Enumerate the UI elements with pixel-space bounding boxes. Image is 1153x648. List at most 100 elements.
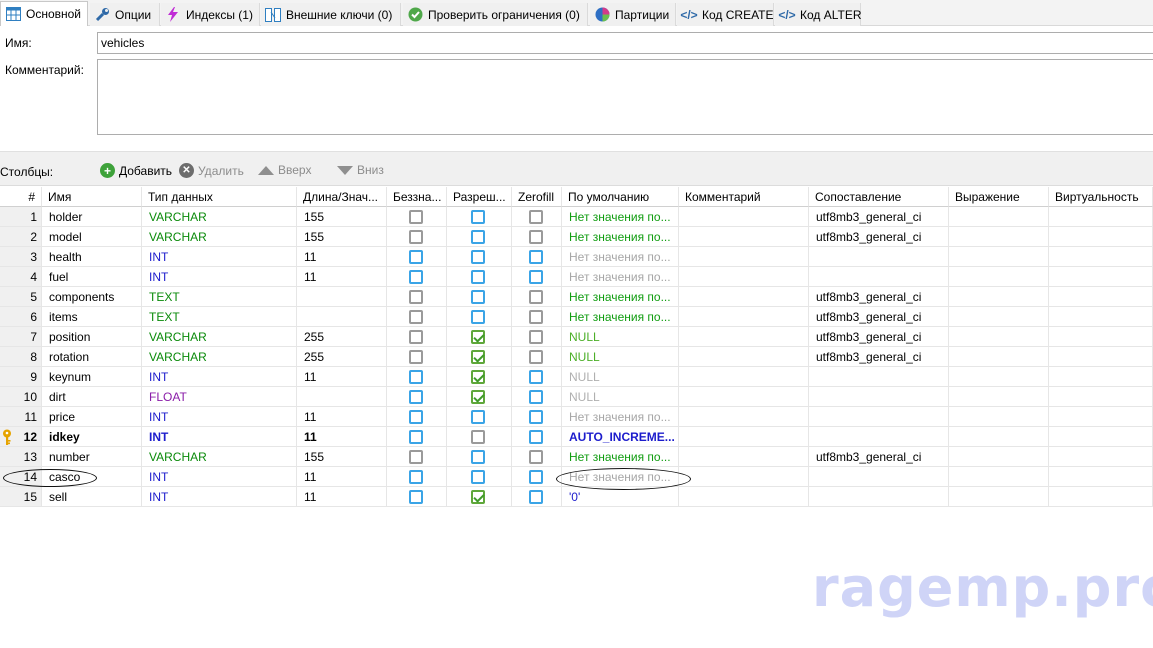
unsigned-checkbox[interactable] [409, 210, 423, 224]
column-name-cell[interactable]: model [42, 227, 142, 247]
comment-cell[interactable] [679, 227, 809, 247]
length-cell[interactable]: 155 [297, 447, 387, 467]
zerofill-cell[interactable] [512, 367, 562, 387]
length-cell[interactable] [297, 307, 387, 327]
unsigned-checkbox[interactable] [409, 290, 423, 304]
row-number[interactable]: 5 [0, 287, 42, 307]
comment-cell[interactable] [679, 407, 809, 427]
allow-null-checkbox[interactable] [471, 470, 485, 484]
virtuality-cell[interactable] [1049, 267, 1153, 287]
unsigned-cell[interactable] [387, 307, 447, 327]
allow-null-cell[interactable] [447, 227, 512, 247]
length-cell[interactable]: 11 [297, 427, 387, 447]
column-name-cell[interactable]: components [42, 287, 142, 307]
allow-null-checkbox[interactable] [471, 370, 485, 384]
zerofill-checkbox[interactable] [529, 390, 543, 404]
zerofill-checkbox[interactable] [529, 370, 543, 384]
allow-null-checkbox[interactable] [471, 290, 485, 304]
unsigned-cell[interactable] [387, 267, 447, 287]
collation-cell[interactable]: utf8mb3_general_ci [809, 227, 949, 247]
expression-cell[interactable] [949, 287, 1049, 307]
column-name-cell[interactable]: price [42, 407, 142, 427]
virtuality-cell[interactable] [1049, 487, 1153, 507]
length-cell[interactable]: 11 [297, 407, 387, 427]
header-zerofill[interactable]: Zerofill [512, 187, 562, 207]
comment-cell[interactable] [679, 447, 809, 467]
allow-null-checkbox[interactable] [471, 250, 485, 264]
collation-cell[interactable] [809, 407, 949, 427]
row-number[interactable]: 6 [0, 307, 42, 327]
allow-null-checkbox[interactable] [471, 310, 485, 324]
default-value-cell[interactable]: '0' [562, 487, 679, 507]
expression-cell[interactable] [949, 267, 1049, 287]
comment-cell[interactable] [679, 287, 809, 307]
comment-cell[interactable] [679, 247, 809, 267]
data-type-cell[interactable]: INT [142, 247, 297, 267]
length-cell[interactable]: 11 [297, 487, 387, 507]
length-cell[interactable]: 11 [297, 467, 387, 487]
collation-cell[interactable]: utf8mb3_general_ci [809, 347, 949, 367]
expression-cell[interactable] [949, 387, 1049, 407]
comment-cell[interactable] [679, 307, 809, 327]
table-row[interactable]: 7 position VARCHAR 255 NULL utf8mb3_general_c… [0, 327, 1153, 347]
collation-cell[interactable]: utf8mb3_general_ci [809, 447, 949, 467]
zerofill-cell[interactable] [512, 427, 562, 447]
length-cell[interactable] [297, 287, 387, 307]
virtuality-cell[interactable] [1049, 247, 1153, 267]
collation-cell[interactable]: utf8mb3_general_ci [809, 327, 949, 347]
zerofill-cell[interactable] [512, 207, 562, 227]
row-number[interactable]: 4 [0, 267, 42, 287]
zerofill-checkbox[interactable] [529, 450, 543, 464]
comment-cell[interactable] [679, 367, 809, 387]
expression-cell[interactable] [949, 347, 1049, 367]
allow-null-checkbox[interactable] [471, 430, 485, 444]
default-value-cell[interactable]: Нет значения по... [562, 307, 679, 327]
virtuality-cell[interactable] [1049, 227, 1153, 247]
allow-null-cell[interactable] [447, 287, 512, 307]
length-cell[interactable]: 255 [297, 327, 387, 347]
expression-cell[interactable] [949, 327, 1049, 347]
comment-cell[interactable] [679, 267, 809, 287]
row-number[interactable]: 7 [0, 327, 42, 347]
zerofill-cell[interactable] [512, 287, 562, 307]
unsigned-cell[interactable] [387, 427, 447, 447]
table-row[interactable]: 10 dirt FLOAT NULL [0, 387, 1153, 407]
table-row[interactable]: 3 health INT 11 Нет значения по... [0, 247, 1153, 267]
header-expression[interactable]: Выражение [949, 187, 1049, 207]
collation-cell[interactable] [809, 247, 949, 267]
data-type-cell[interactable]: VARCHAR [142, 207, 297, 227]
allow-null-cell[interactable] [447, 307, 512, 327]
zerofill-cell[interactable] [512, 227, 562, 247]
data-type-cell[interactable]: TEXT [142, 287, 297, 307]
zerofill-checkbox[interactable] [529, 470, 543, 484]
zerofill-checkbox[interactable] [529, 210, 543, 224]
default-value-cell[interactable]: NULL [562, 327, 679, 347]
data-type-cell[interactable]: INT [142, 427, 297, 447]
allow-null-checkbox[interactable] [471, 230, 485, 244]
unsigned-cell[interactable] [387, 367, 447, 387]
data-type-cell[interactable]: FLOAT [142, 387, 297, 407]
table-name-input[interactable] [97, 32, 1153, 54]
expression-cell[interactable] [949, 207, 1049, 227]
row-number[interactable]: 2 [0, 227, 42, 247]
virtuality-cell[interactable] [1049, 447, 1153, 467]
zerofill-checkbox[interactable] [529, 250, 543, 264]
data-type-cell[interactable]: INT [142, 407, 297, 427]
tab-options[interactable]: Опции [90, 3, 160, 26]
allow-null-cell[interactable] [447, 207, 512, 227]
row-number[interactable]: 9 [0, 367, 42, 387]
zerofill-checkbox[interactable] [529, 290, 543, 304]
default-value-cell[interactable]: Нет значения по... [562, 227, 679, 247]
virtuality-cell[interactable] [1049, 287, 1153, 307]
unsigned-cell[interactable] [387, 447, 447, 467]
comment-cell[interactable] [679, 487, 809, 507]
unsigned-cell[interactable] [387, 347, 447, 367]
tab-basic[interactable]: Основной [0, 1, 88, 26]
zerofill-cell[interactable] [512, 387, 562, 407]
row-number[interactable]: 11 [0, 407, 42, 427]
allow-null-checkbox[interactable] [471, 450, 485, 464]
allow-null-checkbox[interactable] [471, 490, 485, 504]
table-row[interactable]: 11 price INT 11 Нет значения по... [0, 407, 1153, 427]
row-number[interactable]: 15 [0, 487, 42, 507]
unsigned-cell[interactable] [387, 487, 447, 507]
